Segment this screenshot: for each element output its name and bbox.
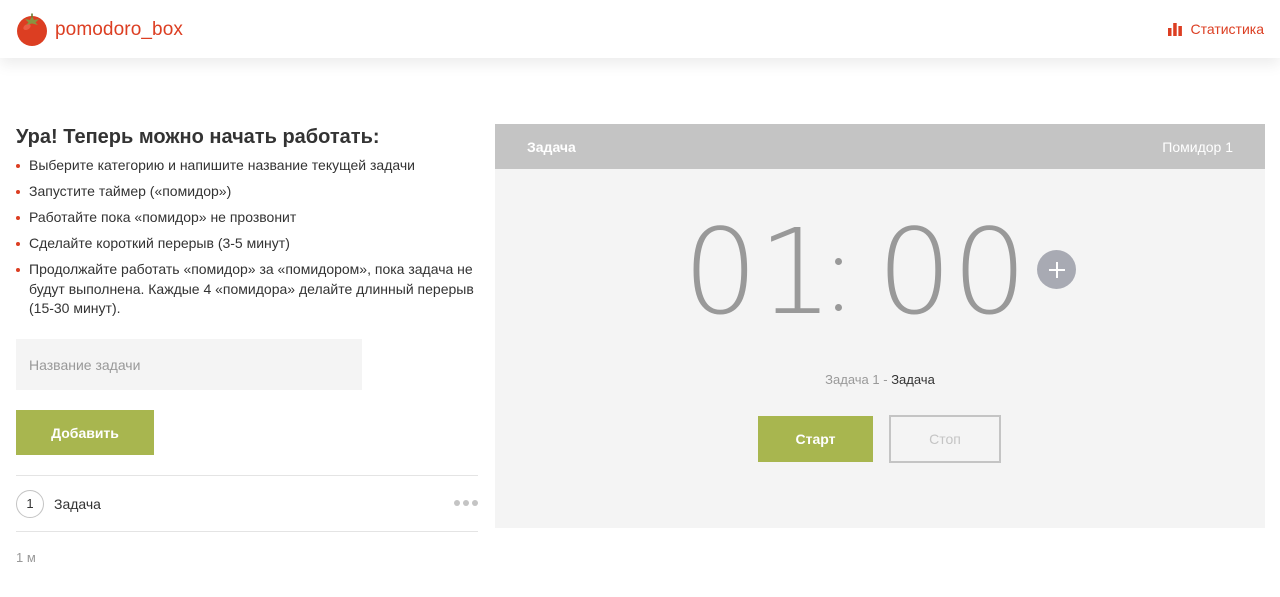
task-name-input[interactable] xyxy=(16,339,362,390)
timer-colon xyxy=(828,212,848,332)
tomato-icon xyxy=(17,13,47,46)
bar-chart-icon xyxy=(1168,22,1183,36)
stop-button[interactable]: Стоп xyxy=(889,415,1001,463)
dot xyxy=(454,500,460,506)
timer-current-task: Задача xyxy=(527,139,576,155)
logo-text: pomodoro_box xyxy=(55,18,183,40)
start-button[interactable]: Старт xyxy=(758,416,873,462)
timer-caption-prefix: Задача 1 - xyxy=(825,372,892,387)
statistics-link[interactable]: Статистика xyxy=(1168,21,1264,37)
instructions-title: Ура! Теперь можно начать работать: xyxy=(16,126,380,148)
timer-minutes: 01 xyxy=(683,203,834,341)
logo-link[interactable]: pomodoro_box xyxy=(16,13,183,46)
add-task-button[interactable]: Добавить xyxy=(16,410,154,455)
timer-display: 01 00 xyxy=(645,212,1035,332)
instruction-item: Продолжайте работать «помидор» за «помид… xyxy=(16,260,478,319)
timer-caption: Задача 1 - Задача xyxy=(495,372,1265,387)
timer-caption-task: Задача xyxy=(891,372,935,387)
instructions-list: Выберите категорию и напишите название т… xyxy=(16,156,478,325)
instruction-item: Запустите таймер («помидор») xyxy=(16,182,478,202)
colon-dot xyxy=(835,258,842,265)
timer-header: Задача Помидор 1 xyxy=(495,124,1265,169)
instruction-item: Сделайте короткий перерыв (3-5 минут) xyxy=(16,234,478,254)
timer-pomodoro-number: Помидор 1 xyxy=(1162,139,1233,155)
statistics-label: Статистика xyxy=(1190,21,1264,37)
total-time: 1 м xyxy=(16,550,36,565)
task-list: 1 Задача xyxy=(16,475,478,532)
task-pomodoro-count: 1 xyxy=(16,489,44,518)
dot xyxy=(463,500,469,506)
task-name[interactable]: Задача xyxy=(54,496,101,512)
app-header: pomodoro_box Статистика xyxy=(0,0,1280,58)
dot xyxy=(472,500,478,506)
timer-panel: Задача Помидор 1 01 00 Задача 1 - Задача… xyxy=(495,124,1265,528)
colon-dot xyxy=(835,304,842,311)
more-dots-icon[interactable] xyxy=(454,500,478,506)
plus-icon xyxy=(1048,261,1065,278)
task-row: 1 Задача xyxy=(16,476,478,532)
instruction-item: Выберите категорию и напишите название т… xyxy=(16,156,478,176)
add-time-button[interactable] xyxy=(1037,250,1076,289)
timer-seconds: 00 xyxy=(877,203,1028,341)
instruction-item: Работайте пока «помидор» не прозвонит xyxy=(16,208,478,228)
